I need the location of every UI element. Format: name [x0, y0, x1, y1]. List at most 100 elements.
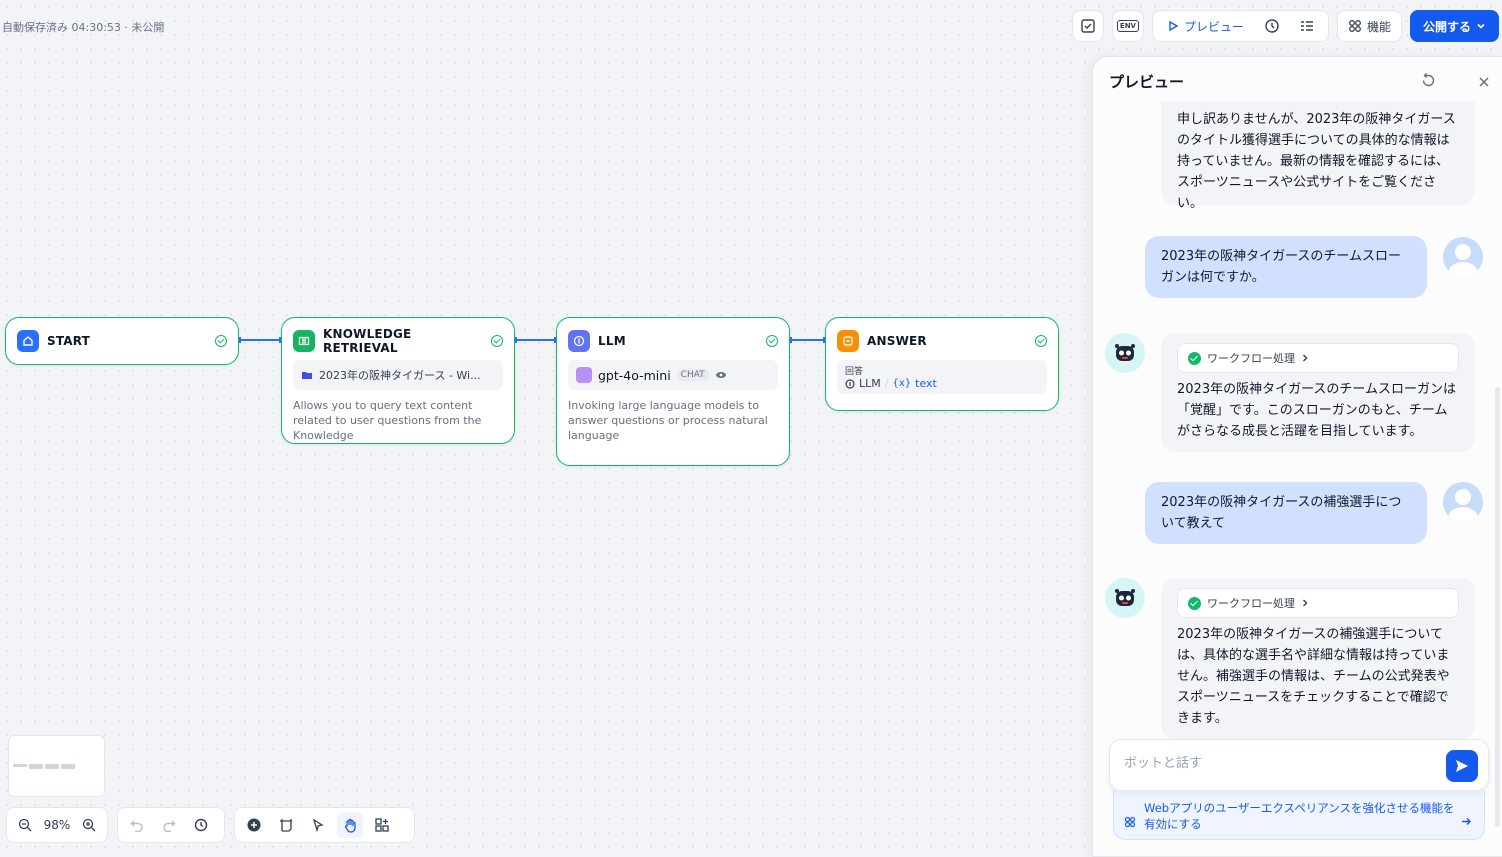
- chevron-down-icon: [1477, 23, 1485, 29]
- features-button-label: 機能: [1366, 19, 1391, 34]
- env-button[interactable]: ENV: [1111, 10, 1144, 42]
- features-icon: [1349, 20, 1361, 32]
- add-node-button[interactable]: [241, 812, 267, 838]
- undo-button[interactable]: [124, 812, 150, 838]
- zoom-out-icon: [19, 818, 32, 832]
- node-title: START: [47, 334, 91, 348]
- restart-button[interactable]: [1421, 73, 1436, 92]
- zoom-toolbar: 98%: [6, 807, 108, 843]
- checklist-list-button[interactable]: [1290, 11, 1324, 41]
- feature-hint-bar[interactable]: Webアプリのユーザーエクスペリアンスを強化させる機能を有効にする: [1113, 790, 1485, 840]
- node-description: Invoking large language models to answer…: [568, 399, 768, 442]
- layout-icon: [375, 818, 389, 832]
- bot-avatar: [1105, 578, 1145, 618]
- answer-field: 回答 LLM / {x} text: [837, 360, 1047, 394]
- dataset-name: 2023年の阪神タイガース - Wi...: [319, 369, 481, 382]
- var-node-name: LLM: [859, 377, 881, 390]
- check-circle-icon: [766, 335, 778, 347]
- close-button[interactable]: [1478, 73, 1490, 92]
- checklist-button[interactable]: [1071, 10, 1104, 42]
- bot-face-icon: [1115, 589, 1135, 606]
- success-icon: [1188, 596, 1201, 610]
- workflow-label: ワークフロー処理: [1207, 596, 1295, 610]
- canvas-toolbar: [234, 807, 415, 843]
- node-start[interactable]: START: [5, 317, 239, 365]
- openai-icon: [576, 367, 592, 383]
- node-answer[interactable]: ANSWER 回答 LLM / {x} text: [825, 317, 1059, 411]
- message-text: 2023年の阪神タイガースの補強選手については、具体的な選手名や詳細な情報は持っ…: [1177, 627, 1450, 726]
- chat-scrollbar[interactable]: [1495, 387, 1500, 827]
- node-description: Allows you to query text content related…: [293, 399, 482, 442]
- plus-circle-icon: [247, 818, 261, 832]
- features-button[interactable]: 機能: [1336, 10, 1402, 42]
- top-toolbar: ENV プレビュー 機能 公開する: [1071, 10, 1499, 42]
- minimap-node: [29, 764, 43, 769]
- undo-icon: [130, 820, 143, 832]
- zoom-level[interactable]: 98%: [44, 818, 71, 832]
- panel-title: プレビュー: [1109, 73, 1185, 91]
- feature-hint-text: Webアプリのユーザーエクスペリアンスを強化させる機能を有効にする: [1144, 801, 1455, 831]
- node-title: KNOWLEDGE RETRIEVAL: [323, 327, 412, 355]
- history-icon: [194, 818, 208, 832]
- check-circle-icon: [1035, 335, 1047, 347]
- chevron-right-icon: [1303, 599, 1308, 607]
- edge-start-knowledge[interactable]: [239, 337, 281, 343]
- variable-icon: {x}: [892, 378, 912, 389]
- success-icon: [1188, 351, 1201, 365]
- workflow-process-toggle[interactable]: ワークフロー処理: [1177, 343, 1459, 373]
- chat-input[interactable]: [1124, 756, 1434, 771]
- bot-message: ワークフロー処理 2023年の阪神タイガースのチームスローガンは「覚醒」です。こ…: [1161, 333, 1475, 452]
- redo-button[interactable]: [156, 812, 182, 838]
- arrow-right-icon: [1462, 818, 1471, 825]
- history-toolbar: [117, 807, 225, 843]
- add-note-button[interactable]: [273, 812, 299, 838]
- dataset-chip[interactable]: 2023年の阪神タイガース - Wi...: [293, 360, 503, 390]
- llm-icon: [568, 330, 590, 352]
- model-chip[interactable]: gpt-4o-mini CHAT: [568, 360, 778, 390]
- eye-icon: [715, 372, 726, 378]
- message-text: 申し訳ありませんが、2023年の阪神タイガースのタイトル獲得選手についての具体的…: [1177, 112, 1456, 211]
- preview-group: プレビュー: [1151, 10, 1329, 42]
- folder-icon: [302, 372, 312, 379]
- pointer-icon: [312, 818, 324, 832]
- bot-avatar: [1105, 333, 1145, 373]
- node-title: LLM: [598, 334, 626, 348]
- workflow-label: ワークフロー処理: [1207, 351, 1295, 365]
- node-knowledge-retrieval[interactable]: KNOWLEDGE RETRIEVAL 2023年の阪神タイガース - Wi..…: [281, 317, 515, 444]
- minimap-node: [13, 764, 27, 767]
- answer-field-label: 回答: [845, 367, 864, 377]
- preview-button[interactable]: プレビュー: [1157, 11, 1254, 41]
- list-icon: [1300, 21, 1313, 31]
- user-message: 2023年の阪神タイガースの補強選手について教えて: [1145, 482, 1427, 544]
- hand-mode-button[interactable]: [337, 812, 363, 838]
- chat-input-box: [1109, 739, 1489, 791]
- node-llm[interactable]: LLM gpt-4o-mini CHAT Invoking large lang…: [556, 317, 790, 466]
- zoom-in-button[interactable]: [76, 812, 101, 838]
- workflow-process-toggle[interactable]: ワークフロー処理: [1177, 588, 1459, 618]
- minimap[interactable]: [8, 735, 105, 797]
- zoom-out-button[interactable]: [13, 812, 38, 838]
- book-icon: [293, 330, 315, 352]
- checklist-icon: [1081, 19, 1095, 33]
- publish-button[interactable]: 公開する: [1409, 10, 1499, 42]
- user-avatar: [1443, 237, 1483, 277]
- send-button[interactable]: [1446, 750, 1478, 782]
- version-history-button[interactable]: [188, 812, 214, 838]
- pointer-mode-button[interactable]: [305, 812, 331, 838]
- zoom-in-icon: [82, 818, 96, 832]
- check-circle-icon: [491, 335, 503, 347]
- bot-face-icon: [1115, 344, 1135, 361]
- preview-button-label: プレビュー: [1183, 19, 1244, 34]
- edge-llm-answer[interactable]: [790, 337, 825, 343]
- organize-button[interactable]: [369, 812, 395, 838]
- edge-knowledge-llm[interactable]: [515, 337, 556, 343]
- message-text: 2023年の阪神タイガースのチームスローガンは「覚醒」です。このスローガンのもと…: [1177, 382, 1457, 439]
- answer-icon: [837, 330, 859, 352]
- check-circle-icon: [215, 335, 227, 347]
- refresh-icon: [1422, 73, 1435, 87]
- clock-run-icon: [1265, 19, 1279, 33]
- home-icon: [17, 330, 39, 352]
- features-icon: [1124, 816, 1136, 828]
- history-button[interactable]: [1254, 11, 1290, 41]
- hand-icon: [344, 818, 356, 833]
